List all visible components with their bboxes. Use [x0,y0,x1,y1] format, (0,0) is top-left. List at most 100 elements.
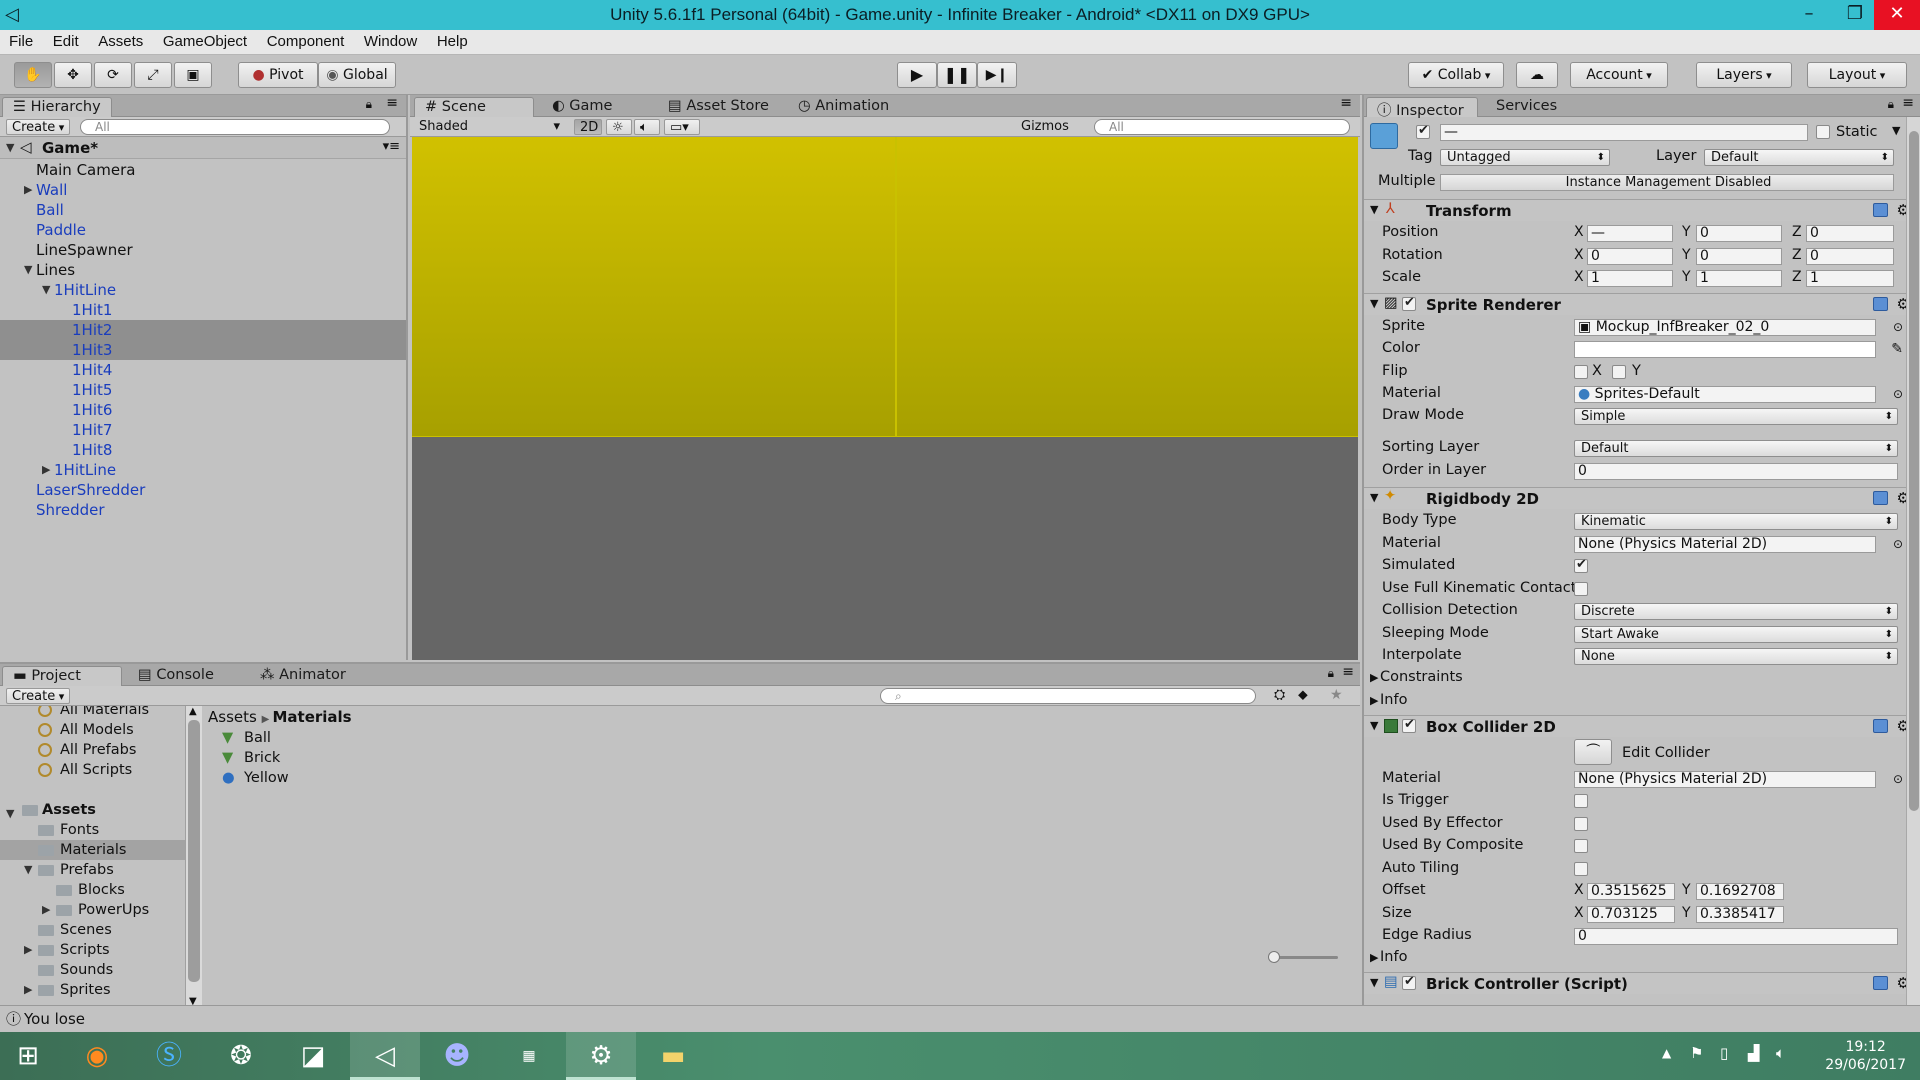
active-checkbox[interactable] [1416,123,1430,139]
scene-menu-icon[interactable]: ▾≡ [383,139,400,154]
shading-dropdown[interactable]: Shaded ▾ [414,119,564,135]
lock-icon[interactable]: 🔒︎ [1328,666,1334,681]
blizzard-icon[interactable]: ▦ [494,1032,564,1080]
tab-game[interactable]: ◐ Game [542,97,622,117]
tab-hierarchy[interactable]: ☰ Hierarchy [2,97,112,117]
hierarchy-item[interactable]: ▶ 1HitLine [0,460,406,480]
flip-y-checkbox[interactable] [1612,365,1626,379]
menu-component[interactable]: Component [258,30,351,50]
assets-root-row[interactable]: ▼ Assets [0,800,185,820]
constraints-foldout[interactable]: Constraints [1380,669,1463,685]
filter-by-label-icon[interactable]: ⬥ [1298,687,1308,703]
object-picker-icon[interactable]: ⊙ [1893,387,1903,401]
draw-mode-dropdown[interactable]: Simple [1574,408,1898,425]
tab-services[interactable]: Services [1486,97,1567,117]
order-in-layer-field[interactable]: 0 [1574,463,1898,480]
simulated-checkbox[interactable] [1574,557,1588,573]
hierarchy-item[interactable]: Paddle [0,220,406,240]
panel-menu-icon[interactable]: ≡ [1902,95,1914,111]
file-explorer-icon[interactable]: ▬ [638,1032,708,1080]
move-tool-icon[interactable]: ✥ [54,62,92,88]
hierarchy-item[interactable]: 1Hit5 [0,380,406,400]
hand-tool-icon[interactable]: ✋ [14,62,52,88]
collapse-arrow-icon[interactable]: ▼ [1370,719,1378,732]
lock-icon[interactable]: 🔒︎ [1888,97,1894,112]
favorite-search-item[interactable]: All Models [0,720,185,740]
collision-detection-dropdown[interactable]: Discrete [1574,603,1898,620]
flip-x-checkbox[interactable] [1574,365,1588,379]
hierarchy-item[interactable]: Ball [0,200,406,220]
sorting-layer-dropdown[interactable]: Default [1574,440,1898,457]
sprite-renderer-header[interactable]: ▼ ▨ Sprite Renderer ⚙ [1364,293,1920,315]
object-picker-icon[interactable]: ⊙ [1893,772,1903,786]
is-trigger-checkbox[interactable] [1574,794,1588,808]
scene-search-input[interactable]: All [1094,119,1350,135]
rotation-y-field[interactable]: 0 [1696,248,1782,265]
taskbar-clock[interactable]: 19:12 29/06/2017 [1825,1038,1906,1074]
project-scroll-thumb[interactable] [188,720,200,982]
help-book-icon[interactable] [1873,719,1888,733]
offset-x-field[interactable]: 0.3515625 [1587,883,1675,900]
project-folder-item[interactable]: Blocks [0,880,185,900]
project-folder-item[interactable]: ▼ Prefabs [0,860,185,880]
rb-material-field[interactable]: None (Physics Material 2D) [1574,536,1876,553]
collapsed-arrow-icon[interactable]: ▶ [24,980,32,1000]
favorite-search-item[interactable]: All Materials [0,706,185,720]
edit-collider-button[interactable]: ⏜ [1574,739,1612,765]
maximize-button[interactable]: ❐ [1832,0,1878,30]
breadcrumb-materials[interactable]: Materials [272,708,351,726]
hierarchy-item[interactable]: ▶ Wall [0,180,406,200]
tab-console[interactable]: ▤ Console [128,666,224,686]
layers-dropdown[interactable]: Layers [1696,62,1792,88]
rotation-z-field[interactable]: 0 [1806,248,1894,265]
project-folder-item[interactable]: Scenes [0,920,185,940]
edge-radius-field[interactable]: 0 [1574,928,1898,945]
tab-asset-store[interactable]: ▤ Asset Store [658,97,779,117]
tab-animator[interactable]: ⁂ Animator [250,666,356,686]
2d-toggle[interactable]: 2D [574,119,602,135]
project-folder-item[interactable]: ▶ PowerUps [0,900,185,920]
hierarchy-item[interactable]: LaserShredder [0,480,406,500]
eyedropper-icon[interactable]: ✎ [1891,341,1903,357]
favorite-star-icon[interactable]: ★ [1330,687,1343,703]
project-create-dropdown[interactable]: Create [6,688,71,704]
tab-project[interactable]: ▬ Project [2,666,122,686]
inspector-scroll-thumb[interactable] [1909,131,1919,811]
full-kinematic-checkbox[interactable] [1574,582,1588,596]
object-name-field[interactable]: — [1440,124,1808,141]
filter-by-type-icon[interactable]: ⛭ [1274,687,1285,703]
help-book-icon[interactable] [1873,203,1888,217]
sleeping-mode-dropdown[interactable]: Start Awake [1574,626,1898,643]
used-by-effector-checkbox[interactable] [1574,817,1588,831]
hierarchy-item[interactable]: 1Hit1 [0,300,406,320]
collapsed-arrow-icon[interactable]: ▶ [24,940,32,960]
windows-start-icon[interactable]: ⊞ [0,1032,56,1080]
expanded-arrow-icon[interactable]: ▼ [24,260,32,280]
hierarchy-item[interactable]: 1Hit7 [0,420,406,440]
position-y-field[interactable]: 0 [1696,225,1782,242]
lighting-toggle[interactable]: ☼ [606,119,632,135]
color-swatch[interactable] [1574,341,1876,358]
collapse-arrow-icon[interactable]: ▼ [1370,976,1378,989]
box-collider2d-header[interactable]: ▼ Box Collider 2D ⚙ [1364,715,1920,737]
tab-scene[interactable]: # Scene [414,97,534,117]
menu-file[interactable]: File [0,30,39,50]
hierarchy-search-input[interactable]: All [80,119,390,135]
steam-icon[interactable]: ⚙ [566,1032,636,1080]
hierarchy-item[interactable]: LineSpawner [0,240,406,260]
scroll-up-icon[interactable]: ▲ [189,706,197,717]
asset-file-item[interactable]: ● Yellow [202,768,1360,788]
used-by-composite-checkbox[interactable] [1574,839,1588,853]
favorite-search-item[interactable]: All Scripts [0,760,185,780]
breadcrumb-assets[interactable]: Assets [208,708,257,726]
auto-tiling-checkbox[interactable] [1574,862,1588,876]
hierarchy-item[interactable]: ▼ Lines [0,260,406,280]
expand-arrow-icon[interactable]: ▶ [1370,951,1378,964]
collapse-arrow-icon[interactable]: ▼ [1370,203,1378,216]
tray-overflow-icon[interactable]: ▲ [1662,1046,1671,1060]
close-button[interactable]: ✕ [1874,0,1920,30]
asset-file-item[interactable]: ▼ Brick [202,748,1360,768]
body-type-dropdown[interactable]: Kinematic [1574,513,1898,530]
expanded-arrow-icon[interactable]: ▼ [42,280,50,300]
battery-icon[interactable]: ▯ [1720,1044,1728,1062]
